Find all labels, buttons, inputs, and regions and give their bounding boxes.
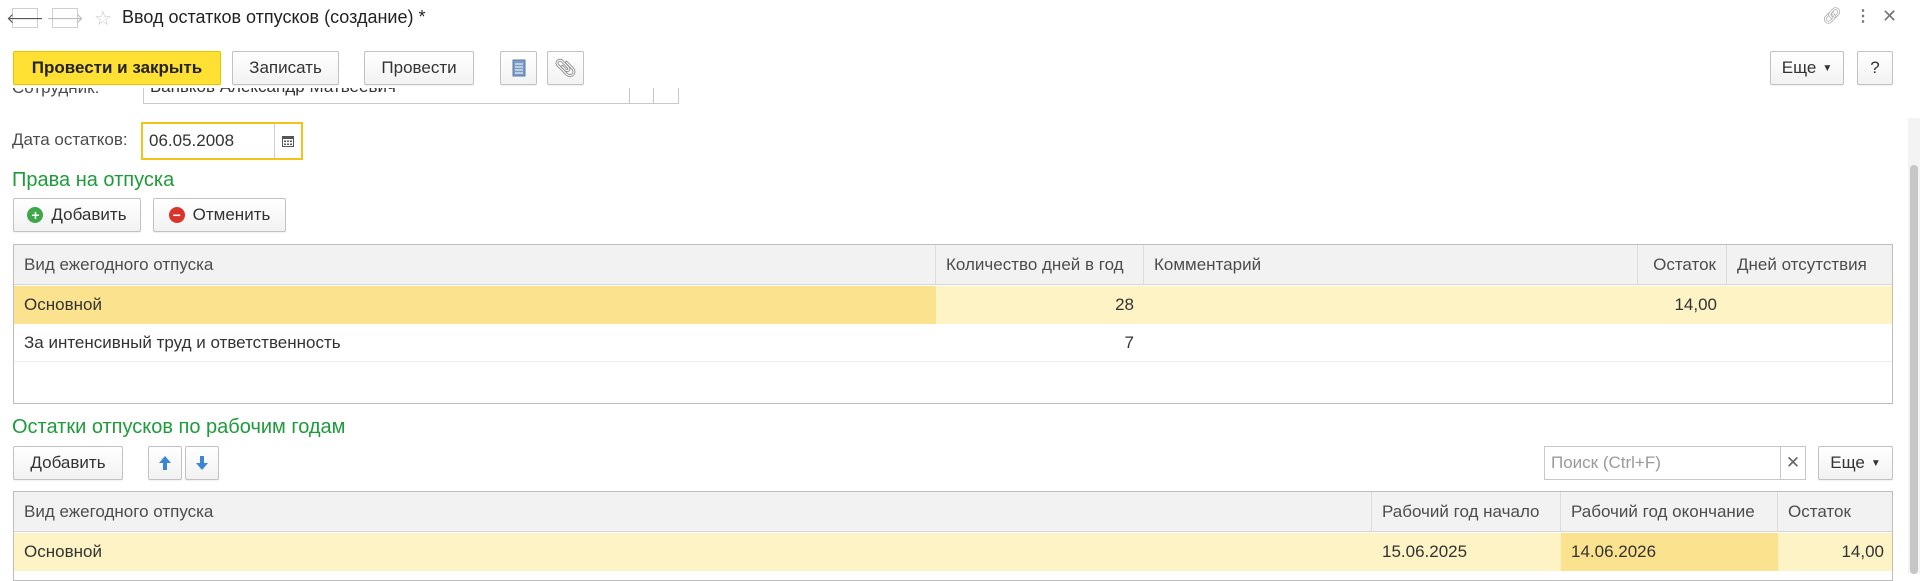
balances-section-title: Остатки отпусков по рабочим годам	[12, 416, 346, 438]
more-button[interactable]: Еще ▼	[1770, 51, 1844, 85]
table-row[interactable]: Основной 28 14,00	[14, 286, 1892, 324]
cell-remainder[interactable]: 14,00	[1778, 533, 1892, 571]
employee-field[interactable]: Баньков Александр Матвеевич	[143, 88, 631, 104]
col-absence-days[interactable]: Дней отсутствия	[1727, 245, 1892, 285]
employee-open[interactable]	[653, 88, 679, 104]
cell-work-year-start[interactable]: 15.06.2025	[1372, 533, 1561, 571]
move-down-button[interactable]	[185, 446, 219, 480]
cell-days[interactable]: 28	[936, 286, 1144, 324]
rights-table: Вид ежегодного отпуска Количество дней в…	[13, 244, 1893, 404]
employee-label: Сотрудник:	[12, 88, 99, 98]
report-button[interactable]	[500, 51, 537, 85]
cell-days[interactable]: 7	[936, 324, 1144, 362]
calendar-button[interactable]	[274, 124, 301, 158]
more-label: Еще	[1781, 58, 1817, 77]
back-button[interactable]: 🡐	[6, 8, 44, 28]
search-clear-button[interactable]: ✕	[1780, 446, 1806, 480]
rights-add-label: Добавить	[51, 205, 127, 224]
table-row[interactable]: За интенсивный труд и ответственность 7	[14, 324, 1892, 362]
employee-row-clip: Сотрудник: Баньков Александр Матвеевич	[0, 88, 1900, 114]
paperclip-icon: 📎︎	[554, 57, 577, 78]
caret-down-icon: ▼	[1870, 457, 1881, 469]
star-icon[interactable]: ☆	[94, 6, 112, 31]
plus-circle-icon: +	[27, 207, 44, 223]
arrow-right-icon: 🡒	[46, 9, 84, 26]
col-work-year-end[interactable]: Рабочий год окончание	[1561, 492, 1778, 532]
cell-comment[interactable]	[1144, 286, 1638, 324]
balances-table: Вид ежегодного отпуска Рабочий год начал…	[13, 491, 1893, 581]
date-field[interactable]: 06.05.2008	[141, 122, 303, 160]
rights-cancel-label: Отменить	[192, 205, 271, 224]
col-leave-type[interactable]: Вид ежегодного отпуска	[14, 245, 936, 285]
date-label: Дата остатков:	[12, 130, 128, 149]
balances-add-button[interactable]: Добавить	[13, 446, 123, 480]
cell-remainder[interactable]: 14,00	[1638, 286, 1727, 324]
attach-button[interactable]: 📎︎	[547, 51, 584, 85]
employee-dropdown[interactable]	[629, 88, 655, 104]
col-comment[interactable]: Комментарий	[1144, 245, 1638, 285]
rights-cancel-button[interactable]: − Отменить	[153, 198, 286, 232]
clear-icon: ✕	[1785, 453, 1801, 472]
cell-absence[interactable]	[1727, 324, 1892, 362]
col-days-per-year[interactable]: Количество дней в год	[936, 245, 1144, 285]
arrow-up-icon	[159, 456, 171, 470]
col-leave-type[interactable]: Вид ежегодного отпуска	[14, 492, 1372, 532]
rights-table-header: Вид ежегодного отпуска Количество дней в…	[14, 245, 1892, 285]
balances-more-button[interactable]: Еще ▼	[1818, 446, 1893, 480]
calendar-icon	[282, 136, 294, 147]
cell-leave-type[interactable]: Основной	[14, 533, 1372, 571]
help-button[interactable]: ?	[1857, 51, 1893, 85]
date-value: 06.05.2008	[149, 131, 235, 150]
col-remainder[interactable]: Остаток	[1778, 492, 1892, 532]
rights-section-title: Права на отпуска	[12, 169, 175, 191]
move-up-button[interactable]	[148, 446, 182, 480]
cell-work-year-end[interactable]: 14.06.2026	[1561, 533, 1778, 571]
scrollbar-thumb[interactable]	[1910, 165, 1918, 574]
cell-leave-type[interactable]: За интенсивный труд и ответственность	[14, 324, 936, 362]
cell-absence[interactable]	[1727, 286, 1892, 324]
post-and-close-button[interactable]: Провести и закрыть	[13, 51, 221, 85]
minus-circle-icon: −	[168, 207, 185, 223]
balances-more-label: Еще	[1830, 453, 1865, 472]
cell-comment[interactable]	[1144, 324, 1638, 362]
forward-button[interactable]: 🡒	[46, 8, 84, 28]
post-button[interactable]: Провести	[364, 51, 474, 85]
col-work-year-start[interactable]: Рабочий год начало	[1372, 492, 1561, 532]
rights-add-button[interactable]: + Добавить	[13, 198, 141, 232]
vertical-dots-icon[interactable]: ⋮	[1855, 6, 1871, 26]
search-placeholder: Поиск (Ctrl+F)	[1551, 453, 1661, 472]
report-icon	[512, 59, 525, 77]
cell-leave-type[interactable]: Основной	[14, 286, 936, 324]
search-input[interactable]: Поиск (Ctrl+F)	[1544, 446, 1782, 480]
arrow-down-icon	[196, 456, 208, 470]
cell-remainder[interactable]	[1638, 324, 1727, 362]
balances-table-header: Вид ежегодного отпуска Рабочий год начал…	[14, 492, 1892, 532]
table-row[interactable]: Основной 15.06.2025 14.06.2026 14,00	[14, 533, 1892, 571]
caret-down-icon: ▼	[1822, 62, 1833, 74]
window-title: Ввод остатков отпусков (создание) *	[122, 7, 426, 27]
arrow-left-icon: 🡐	[6, 9, 44, 26]
save-button[interactable]: Записать	[232, 51, 339, 85]
link-icon[interactable]: 🔗︎	[1822, 6, 1842, 26]
close-icon[interactable]: ✕	[1882, 6, 1897, 27]
col-remainder[interactable]: Остаток	[1638, 245, 1727, 285]
